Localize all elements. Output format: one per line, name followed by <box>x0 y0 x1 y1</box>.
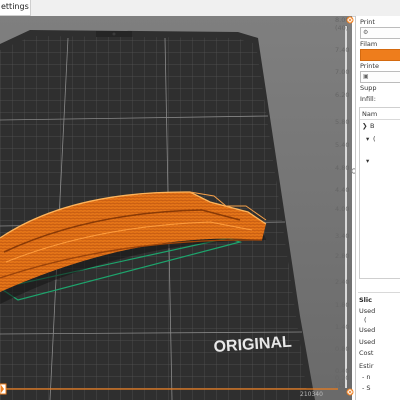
layer-tick: 5.80 <box>335 118 350 126</box>
print-settings-label: Print <box>360 18 375 26</box>
slice-stat: ( <box>364 316 367 324</box>
tree-item-label[interactable]: ( <box>373 135 376 143</box>
slice-info-title: Slic <box>359 296 372 304</box>
layer-tick: 2.40 <box>335 278 350 286</box>
panel-divider <box>358 292 400 293</box>
slice-stat: Used <box>359 338 376 346</box>
layer-tick: 4.40 <box>335 186 350 194</box>
tree-expander-icon[interactable]: ❯ <box>362 122 367 130</box>
3d-scene: ORIGINAL 210340 <box>0 30 338 400</box>
print-settings-combo[interactable]: ⚙ <box>360 27 400 39</box>
horizontal-slider-handle[interactable] <box>0 383 7 395</box>
object-list-header: Nam <box>362 110 378 118</box>
layer-tick: 4.80 <box>335 164 350 172</box>
slice-stat: - S <box>362 384 371 392</box>
gear-icon: ⚙ <box>363 29 369 36</box>
slice-stat: Used <box>359 326 376 334</box>
printer-icon: ▣ <box>363 73 369 80</box>
object-list-divider <box>360 119 400 120</box>
filament-combo[interactable] <box>360 49 400 61</box>
bed-screw <box>112 32 116 36</box>
object-list[interactable]: Nam ❯ B ▾ ( ▾ <box>359 107 400 279</box>
tab-strip: ettings <box>0 0 400 17</box>
coords-readout: 210340 <box>300 391 323 398</box>
layer-tick: 1.80 <box>335 301 350 309</box>
layer-slider-top-handle[interactable] <box>337 16 354 24</box>
filament-label: Filam <box>360 40 378 48</box>
layer-tick: 1.40 <box>335 323 350 331</box>
tree-expander-icon[interactable]: ▾ <box>366 135 369 143</box>
layer-tick: 0.80 <box>335 345 350 353</box>
printer-combo[interactable]: ▣ <box>360 71 400 83</box>
slice-stat: Used <box>359 307 376 315</box>
tab-print-settings[interactable]: ettings <box>0 0 31 16</box>
slice-stat: Estir <box>359 362 374 370</box>
infill-label: Infill: <box>360 95 376 103</box>
tree-expander-icon[interactable]: ▾ <box>366 157 369 165</box>
slice-stat: Cost <box>359 349 374 357</box>
slice-stat: - n <box>362 373 371 381</box>
layer-tick: 4.00 <box>335 205 350 213</box>
layer-slider-bottom-handle[interactable] <box>337 388 354 396</box>
layer-tick: 5.40 <box>335 141 350 149</box>
tab-print-settings-label: ettings <box>1 2 29 11</box>
tree-item-label[interactable]: B <box>370 122 374 130</box>
layer-tick: 7.40 <box>335 46 350 54</box>
layer-slider-top-layer: (40) <box>335 24 349 32</box>
layer-tick: 7.00 <box>335 68 350 76</box>
printer-label: Printe <box>360 62 379 70</box>
layer-tick: 2.80 <box>335 252 350 260</box>
3d-viewport[interactable]: ORIGINAL 210340 <box>0 16 352 400</box>
supports-label: Supp <box>360 84 377 92</box>
settings-panel: Print ⚙ Filam Printe ▣ Supp Infill: Nam … <box>355 16 400 400</box>
layer-tick: 3.40 <box>335 232 350 240</box>
layer-tick: 6.20 <box>335 91 350 99</box>
